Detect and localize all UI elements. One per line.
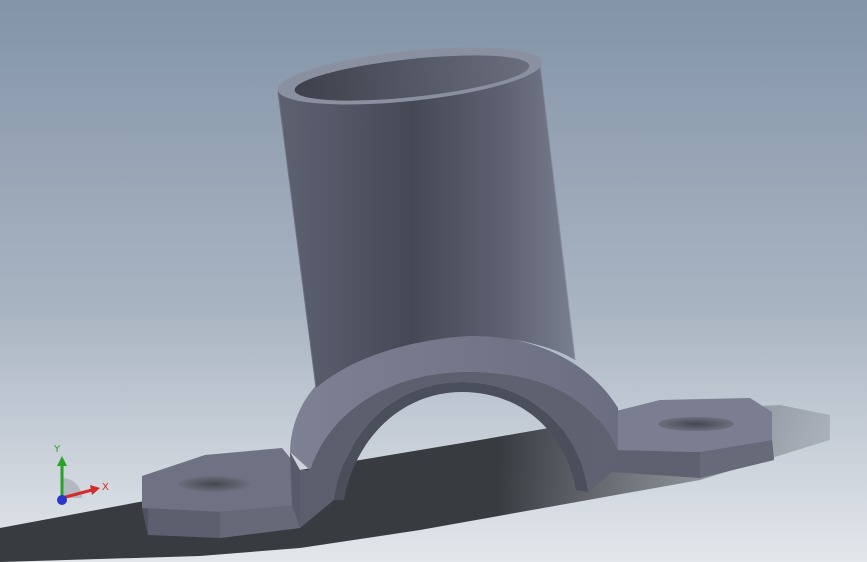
left-bolt-hole <box>178 476 250 492</box>
graphics-viewport[interactable]: Y X <box>0 0 867 562</box>
z-axis-icon <box>57 495 67 505</box>
model-view[interactable] <box>0 0 867 562</box>
x-axis-label: X <box>102 482 109 493</box>
pipe-tube[interactable] <box>275 37 576 389</box>
y-axis-label: Y <box>53 444 61 455</box>
coordinate-triad: Y X <box>53 444 109 505</box>
right-bolt-hole <box>658 417 734 431</box>
